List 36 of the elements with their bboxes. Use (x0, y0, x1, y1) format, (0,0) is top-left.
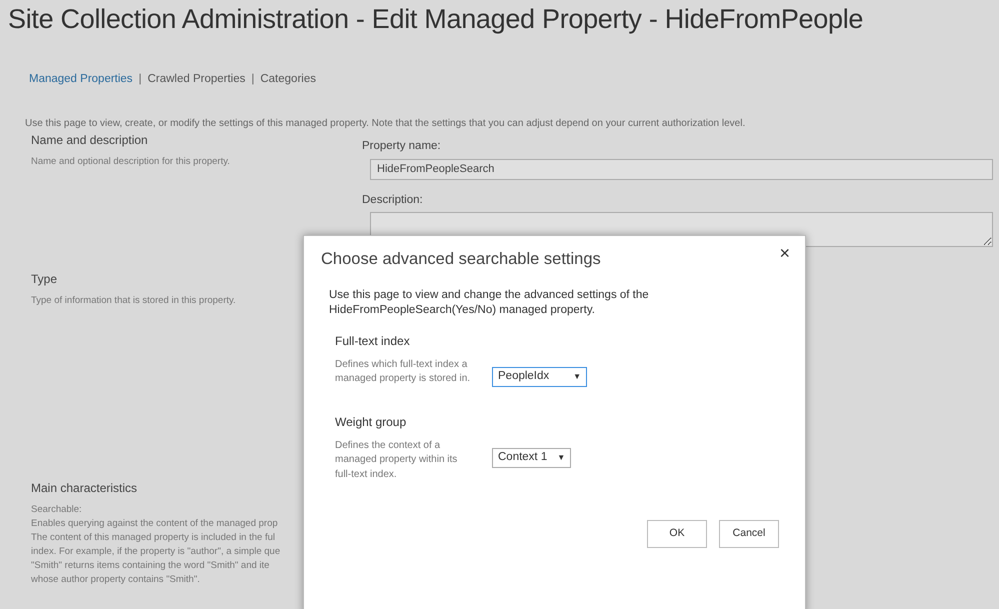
link-separator: | (251, 73, 254, 85)
dropdown-value: PeopleIdx (498, 369, 550, 384)
link-separator: | (138, 73, 142, 85)
section-description: The content of this managed property is included in the ful (31, 531, 275, 546)
dropdown[interactable]: PeopleIdx ▼ (492, 366, 587, 387)
page-title: Site Collection Administration - Edit Managed Property - HideFromPeople (7, 3, 864, 36)
field-label: Property name: (362, 139, 442, 154)
dialog-intro: Use this page to view and change the advanced settings of the HideFromPeopleSearch(Yes/No) managed property. (329, 288, 650, 318)
section-description: Enables querying against the content of the managed prop (31, 517, 278, 532)
nav-link[interactable]: Categories (260, 73, 316, 85)
section-description: index. For example, if the property is "author", a simple que (31, 545, 280, 560)
section-description: Name and optional description for this property. (31, 155, 230, 170)
section-description: whose author property contains "Smith". (31, 573, 200, 588)
dialog-title: Choose advanced searchable settings (321, 249, 601, 270)
group-title: Full-text index (335, 332, 411, 350)
section-title: Name and description (31, 132, 148, 150)
field-label: Description: (362, 192, 424, 208)
section-description: "Smith" returns items containing the word "Smith" and ite (31, 559, 270, 574)
text-field[interactable]: HideFromPeopleSearch (370, 158, 993, 180)
close-button[interactable]: × (776, 244, 793, 262)
intro-text: Use this page to view, create, or modify the settings of this managed property. Note that the settings that you can adjust depend on your current authorization level. (24, 117, 746, 132)
nav-link[interactable]: Crawled Properties (148, 73, 246, 85)
group-description: Defines which full-text index a managed property is stored in. (335, 358, 472, 386)
group-description: Defines the context of a managed property within its full-text index. (335, 438, 458, 482)
dropdown[interactable]: Context 1 ▼ (492, 448, 572, 468)
section-title: Main characteristics (31, 480, 138, 498)
caret-icon: ▼ (557, 452, 566, 464)
dialog-button[interactable]: Cancel (719, 520, 779, 548)
section-description: Searchable: (31, 503, 82, 518)
nav-link[interactable]: Managed Properties (29, 73, 133, 85)
group-title: Weight group (335, 414, 408, 431)
dropdown-value: Context 1 (498, 450, 548, 466)
section-description: Type of information that is stored in this property. (31, 294, 236, 308)
section-title: Type (31, 271, 58, 288)
caret-icon: ▼ (573, 370, 581, 383)
dialog-button[interactable]: OK (647, 520, 707, 548)
